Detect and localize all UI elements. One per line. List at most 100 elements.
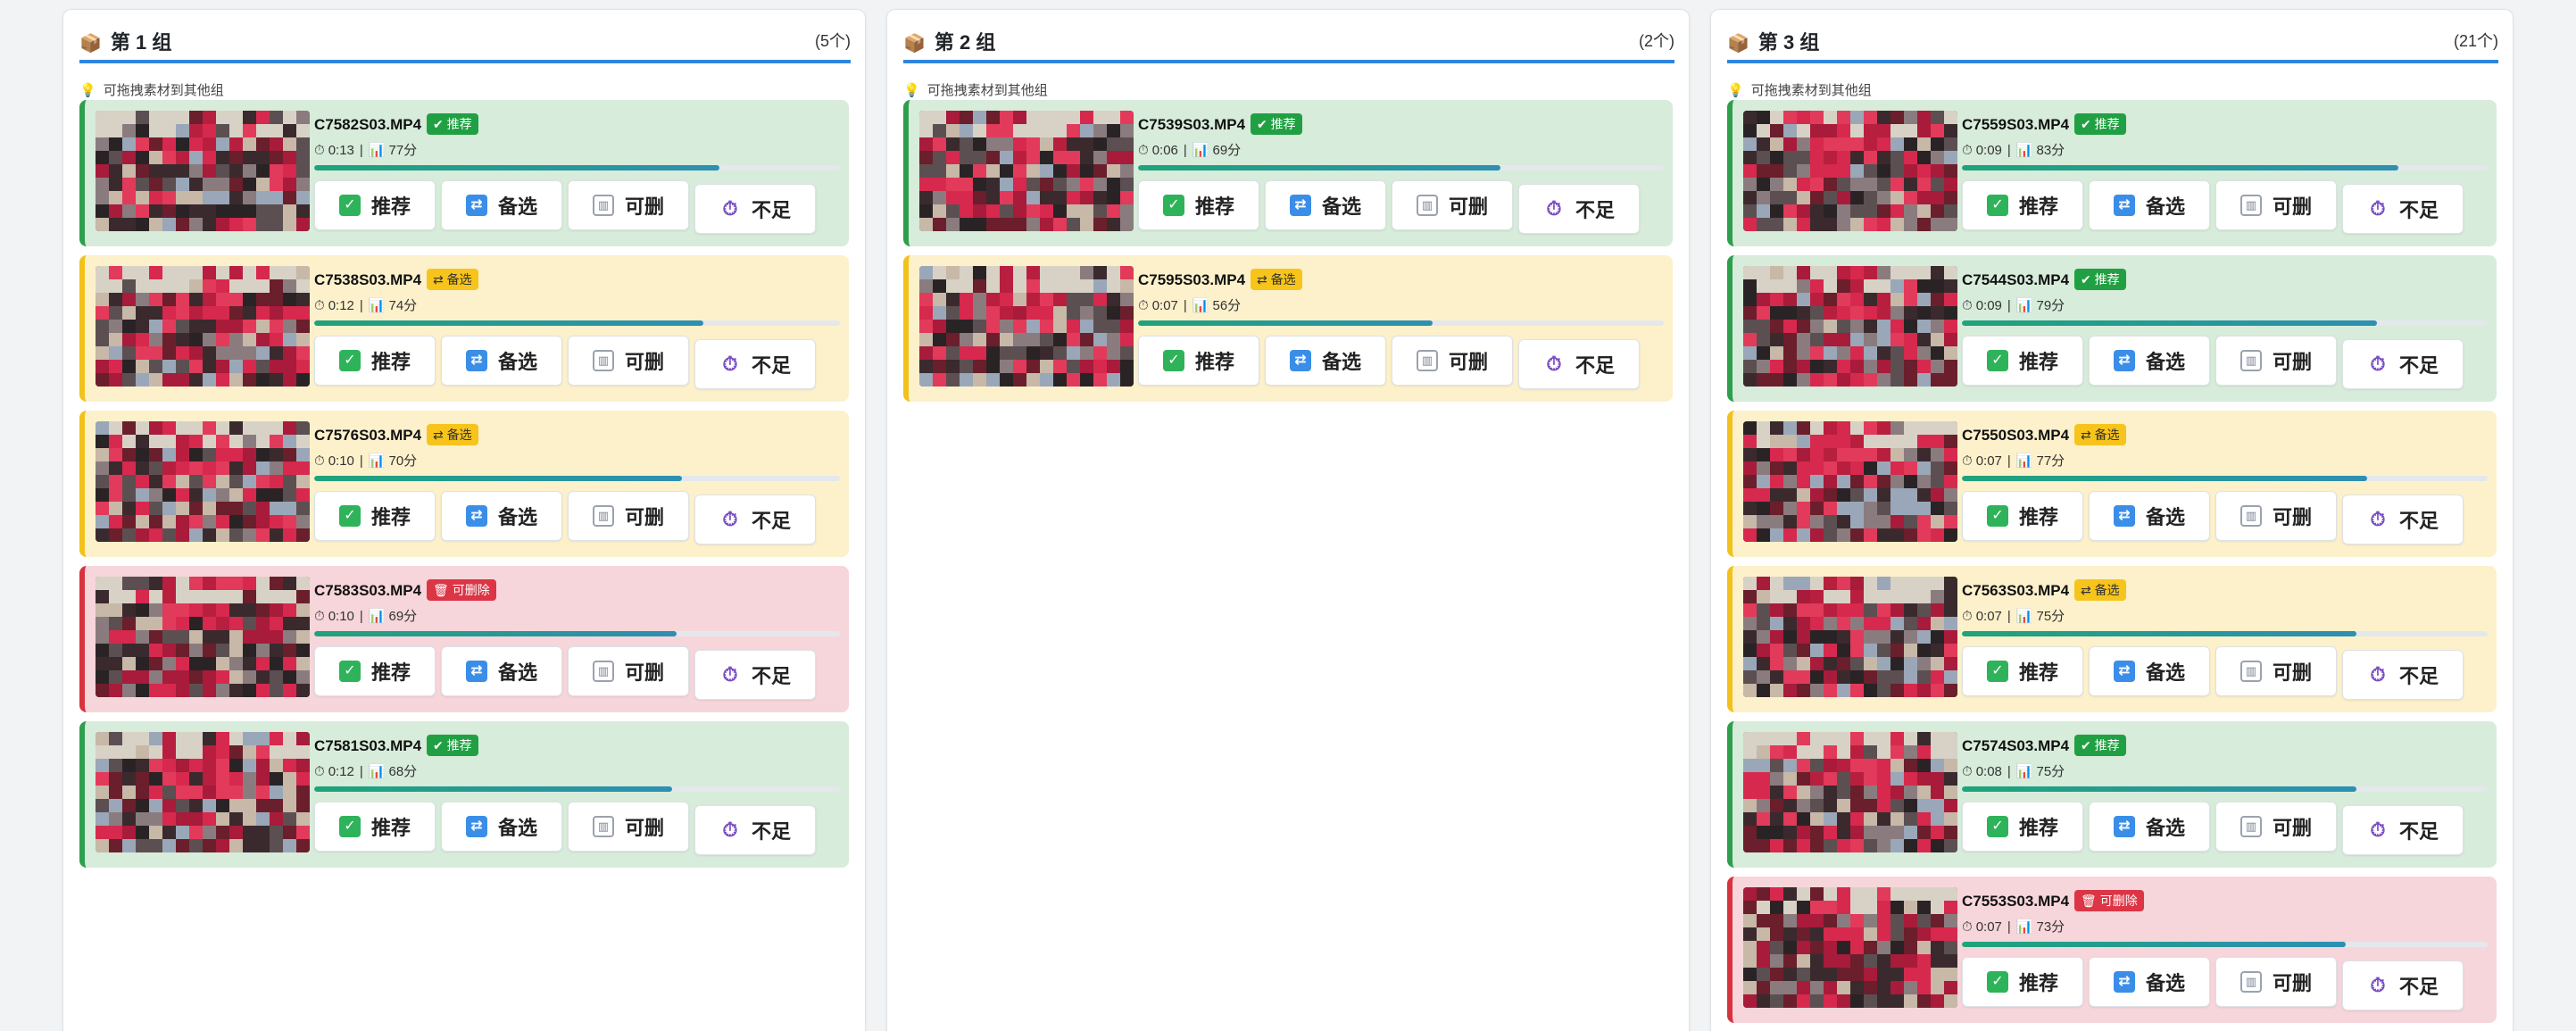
insufficient-button[interactable]: ⏱ 不足: [2342, 184, 2464, 234]
alternate-button[interactable]: ⇄ 备选: [441, 802, 562, 852]
recommend-button[interactable]: ✓ 推荐: [314, 646, 436, 696]
clip-card[interactable]: C7550S03.MP4 ⇄ 备选 ⏱ 0:07 | 📊 77分 ✓ 推荐 ⇄ 备选 ▥ 可删 ⏱ 不足: [1727, 411, 2497, 557]
alternate-button[interactable]: ⇄ 备选: [441, 646, 562, 696]
insufficient-button[interactable]: ⏱ 不足: [694, 339, 816, 389]
clip-filename-text: C7576S03.MP4: [314, 427, 422, 444]
alternate-button[interactable]: ⇄ 备选: [1265, 336, 1386, 386]
clip-card[interactable]: C7576S03.MP4 ⇄ 备选 ⏱ 0:10 | 📊 70分 ✓ 推荐 ⇄ 备选 ▥ 可删 ⏱ 不足: [79, 411, 849, 557]
insufficient-button[interactable]: ⏱ 不足: [1518, 184, 1640, 234]
deletable-button[interactable]: ▥ 可删: [1392, 180, 1513, 230]
recommend-button[interactable]: ✓ 推荐: [1138, 336, 1259, 386]
group-title: 📦 第 2 组: [903, 27, 995, 55]
deletable-button[interactable]: ▥ 可删: [568, 180, 689, 230]
status-badge: ✔ 推荐: [2074, 269, 2126, 290]
insufficient-button[interactable]: ⏱ 不足: [2342, 650, 2464, 700]
group-header: 📦 第 3 组 (21个): [1727, 10, 2498, 63]
clip-card[interactable]: C7582S03.MP4 ✔ 推荐 ⏱ 0:13 | 📊 77分 ✓ 推荐 ⇄ 备选 ▥ 可删 ⏱ 不足: [79, 100, 849, 246]
clip-card[interactable]: C7574S03.MP4 ✔ 推荐 ⏱ 0:08 | 📊 75分 ✓ 推荐 ⇄ 备选 ▥ 可删 ⏱ 不足: [1727, 721, 2497, 868]
deletable-button[interactable]: ▥ 可删: [2215, 957, 2337, 1007]
deletable-button[interactable]: ▥ 可删: [2215, 802, 2337, 852]
alternate-button[interactable]: ⇄ 备选: [441, 491, 562, 541]
clip-card[interactable]: C7559S03.MP4 ✔ 推荐 ⏱ 0:09 | 📊 83分 ✓ 推荐 ⇄ 备选 ▥ 可删 ⏱ 不足: [1727, 100, 2497, 246]
bar-chart-icon: 📊: [2015, 298, 2033, 313]
clip-filename: C7550S03.MP4 ⇄ 备选: [1962, 424, 2126, 445]
button-label: 不足: [2398, 820, 2439, 843]
insufficient-button[interactable]: ⏱ 不足: [2342, 495, 2464, 545]
alternate-button[interactable]: ⇄ 备选: [441, 336, 562, 386]
deletable-button[interactable]: ▥ 可删: [2215, 336, 2337, 386]
swap-icon: ⇄: [1257, 272, 1271, 287]
check-box-icon: ✔: [2081, 272, 2095, 287]
button-label: 推荐: [370, 506, 411, 528]
group-title-text: 第 2 组: [934, 31, 996, 54]
recommend-button[interactable]: ✓ 推荐: [1962, 802, 2083, 852]
insufficient-button[interactable]: ⏱ 不足: [2342, 960, 2464, 1010]
clip-card[interactable]: C7563S03.MP4 ⇄ 备选 ⏱ 0:07 | 📊 75分 ✓ 推荐 ⇄ 备选 ▥ 可删 ⏱ 不足: [1727, 566, 2497, 712]
deletable-button[interactable]: ▥ 可删: [2215, 180, 2337, 230]
recommend-button[interactable]: ✓ 推荐: [1962, 336, 2083, 386]
package-icon: 📦: [1727, 34, 1749, 54]
deletable-button[interactable]: ▥ 可删: [2215, 646, 2337, 696]
recommend-button[interactable]: ✓ 推荐: [1962, 646, 2083, 696]
status-badge: ✔ 推荐: [2074, 113, 2126, 135]
clip-card[interactable]: C7539S03.MP4 ✔ 推荐 ⏱ 0:06 | 📊 69分 ✓ 推荐 ⇄ 备选 ▥ 可删 ⏱ 不足: [903, 100, 1673, 246]
clip-duration: 0:12: [328, 298, 354, 313]
deletable-button[interactable]: ▥ 可删: [1392, 336, 1513, 386]
meta-separator: |: [2007, 609, 2011, 624]
button-label: 推荐: [1194, 351, 1234, 373]
score-bar: [1962, 631, 2488, 636]
clip-thumbnail: [96, 421, 310, 542]
clip-card[interactable]: C7538S03.MP4 ⇄ 备选 ⏱ 0:12 | 📊 74分 ✓ 推荐 ⇄ 备选 ▥ 可删 ⏱ 不足: [79, 255, 849, 402]
clip-card[interactable]: C7583S03.MP4 🗑 可删除 ⏱ 0:10 | 📊 69分 ✓ 推荐 ⇄ 备选 ▥ 可删 ⏱ 不足: [79, 566, 849, 712]
alternate-button[interactable]: ⇄ 备选: [2089, 336, 2210, 386]
clip-meta: ⏱ 0:09 | 📊 83分: [1962, 140, 2065, 159]
button-label: 备选: [497, 506, 537, 528]
insufficient-button[interactable]: ⏱ 不足: [2342, 339, 2464, 389]
button-label: 不足: [2398, 976, 2439, 998]
recommend-button[interactable]: ✓ 推荐: [314, 802, 436, 852]
insufficient-button[interactable]: ⏱ 不足: [694, 184, 816, 234]
check-box-icon: ✔: [433, 738, 447, 752]
insufficient-button[interactable]: ⏱ 不足: [2342, 805, 2464, 855]
insufficient-button[interactable]: ⏱ 不足: [694, 650, 816, 700]
deletable-button[interactable]: ▥ 可删: [568, 336, 689, 386]
button-label: 推荐: [1194, 195, 1234, 218]
group-column: 📦 第 2 组 (2个) 💡 可拖拽素材到其他组 C7539S03.MP4 ✔ 推荐 ⏱ 0:0…: [886, 9, 1690, 1031]
recommend-button[interactable]: ✓ 推荐: [1962, 180, 2083, 230]
alternate-button[interactable]: ⇄ 备选: [441, 180, 562, 230]
clip-filename: C7544S03.MP4 ✔ 推荐: [1962, 269, 2126, 290]
alternate-button[interactable]: ⇄ 备选: [2089, 802, 2210, 852]
button-label: 推荐: [370, 351, 411, 373]
alternate-button[interactable]: ⇄ 备选: [2089, 646, 2210, 696]
clip-card[interactable]: C7553S03.MP4 🗑 可删除 ⏱ 0:07 | 📊 73分 ✓ 推荐 ⇄ 备选 ▥ 可删 ⏱ 不足: [1727, 877, 2497, 1023]
status-badge-text: 推荐: [2094, 272, 2120, 287]
alternate-button[interactable]: ⇄ 备选: [2089, 180, 2210, 230]
recommend-button[interactable]: ✓ 推荐: [314, 491, 436, 541]
recommend-button[interactable]: ✓ 推荐: [1138, 180, 1259, 230]
insufficient-button[interactable]: ⏱ 不足: [694, 495, 816, 545]
button-label: 不足: [751, 820, 791, 843]
status-badge: 🗑 可删除: [2074, 890, 2144, 911]
alternate-button[interactable]: ⇄ 备选: [2089, 491, 2210, 541]
clip-filename-text: C7581S03.MP4: [314, 737, 422, 754]
clip-card[interactable]: C7544S03.MP4 ✔ 推荐 ⏱ 0:09 | 📊 79分 ✓ 推荐 ⇄ 备选 ▥ 可删 ⏱ 不足: [1727, 255, 2497, 402]
deletable-button[interactable]: ▥ 可删: [568, 802, 689, 852]
alternate-button[interactable]: ⇄ 备选: [1265, 180, 1386, 230]
status-badge: ✔ 推荐: [427, 735, 478, 756]
deletable-button[interactable]: ▥ 可删: [2215, 491, 2337, 541]
recommend-button[interactable]: ✓ 推荐: [314, 180, 436, 230]
alternate-button[interactable]: ⇄ 备选: [2089, 957, 2210, 1007]
insufficient-button[interactable]: ⏱ 不足: [1518, 339, 1640, 389]
check-box-icon: ✓: [1986, 816, 2008, 837]
deletable-button[interactable]: ▥ 可删: [568, 491, 689, 541]
recommend-button[interactable]: ✓ 推荐: [314, 336, 436, 386]
button-label: 备选: [497, 817, 537, 839]
deletable-button[interactable]: ▥ 可删: [568, 646, 689, 696]
clip-card[interactable]: C7581S03.MP4 ✔ 推荐 ⏱ 0:12 | 📊 68分 ✓ 推荐 ⇄ 备选 ▥ 可删 ⏱ 不足: [79, 721, 849, 868]
status-badge: ⇄ 备选: [2074, 424, 2126, 445]
clip-card[interactable]: C7595S03.MP4 ⇄ 备选 ⏱ 0:07 | 📊 56分 ✓ 推荐 ⇄ 备选 ▥ 可删 ⏱ 不足: [903, 255, 1673, 402]
insufficient-button[interactable]: ⏱ 不足: [694, 805, 816, 855]
clip-score: 68分: [388, 764, 418, 779]
recommend-button[interactable]: ✓ 推荐: [1962, 491, 2083, 541]
recommend-button[interactable]: ✓ 推荐: [1962, 957, 2083, 1007]
